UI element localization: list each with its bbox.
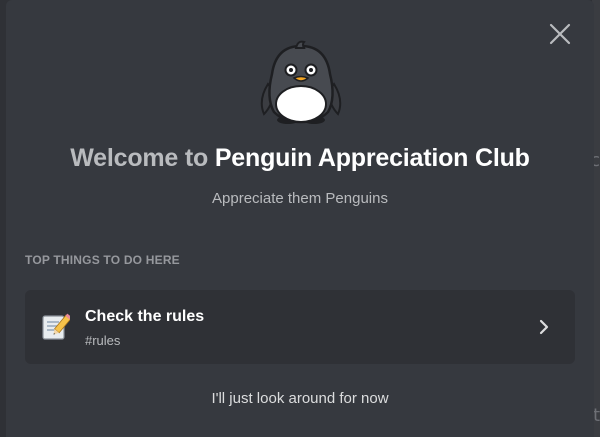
memo-pencil-icon [42,313,70,340]
skip-link[interactable]: I'll just look around for now [6,390,594,407]
action-title: Check the rules [85,308,205,325]
server-name: Penguin Appreciation Club [214,144,530,172]
close-button[interactable] [546,20,574,48]
chevron-right-icon [539,319,549,335]
close-icon [549,23,571,45]
welcome-modal: Welcome to Penguin Appreciation Club App… [6,0,594,437]
section-heading: TOP THINGS TO DO HERE [25,253,180,267]
welcome-title: Welcome to Penguin Appreciation Club [6,144,594,173]
welcome-prefix: Welcome to [70,144,215,172]
check-rules-card[interactable]: Check the rules #rules [25,290,575,364]
penguin-icon [260,40,342,124]
server-description: Appreciate them Penguins [212,190,388,207]
action-channel: #rules [85,333,121,348]
